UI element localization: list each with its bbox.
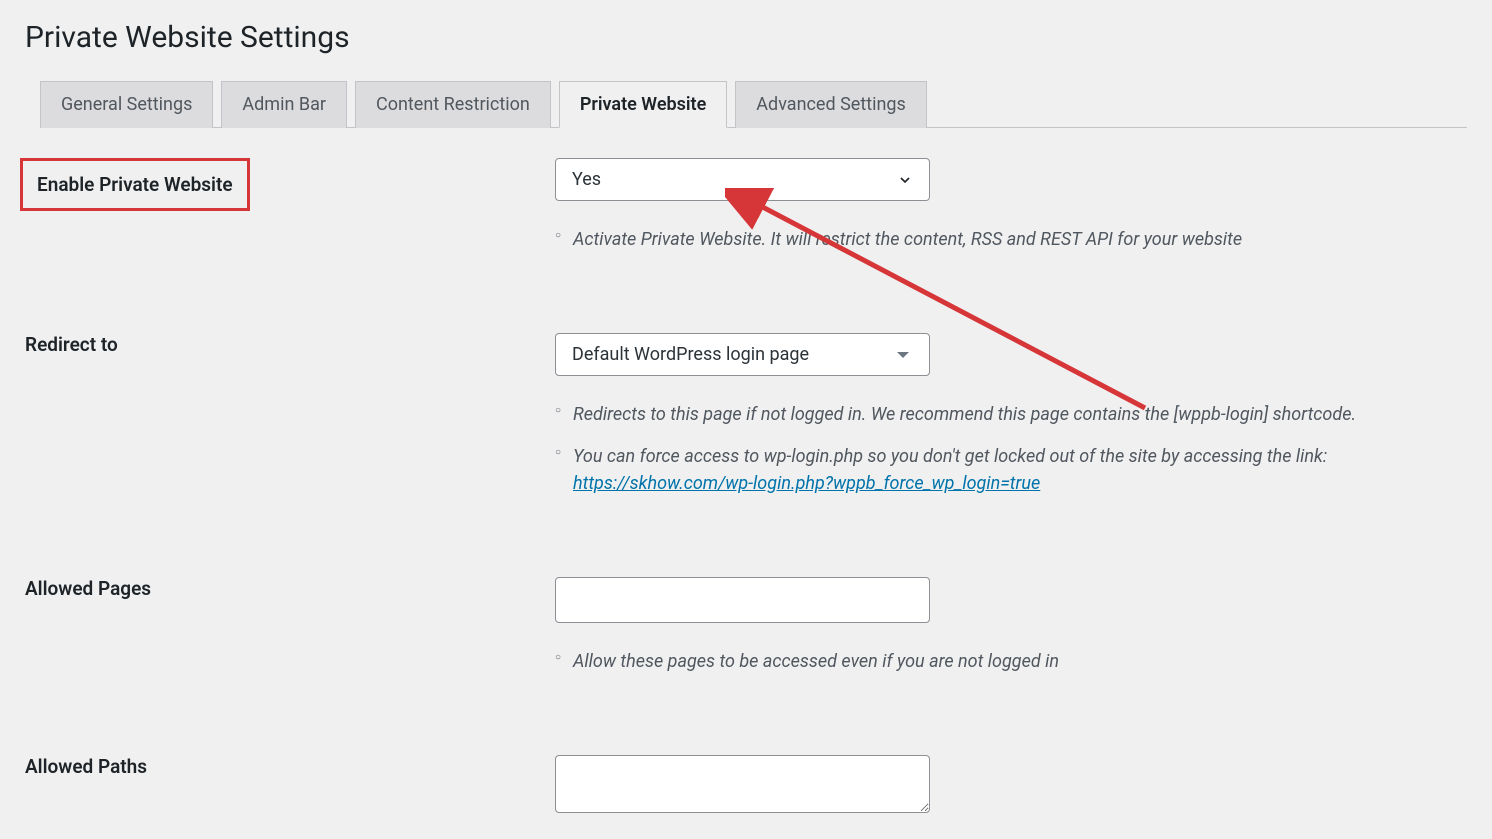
chevron-down-icon [897,172,913,188]
redirect-to-select[interactable]: Default WordPress login page [555,333,930,376]
allowed-pages-label: Allowed Pages [25,571,151,600]
enable-private-website-description: Activate Private Website. It will restri… [555,226,1467,253]
enable-private-website-value: Yes [572,169,601,190]
settings-tabs: General Settings Admin Bar Content Restr… [40,80,1467,128]
page-title: Private Website Settings [25,20,1467,55]
tab-advanced-settings[interactable]: Advanced Settings [735,81,927,128]
tab-private-website[interactable]: Private Website [559,81,727,128]
tab-admin-bar[interactable]: Admin Bar [221,81,347,128]
redirect-to-value: Default WordPress login page [572,344,809,365]
settings-form: Enable Private Website Yes Activate Priv… [25,128,1467,817]
dropdown-caret-icon [897,352,909,358]
enable-private-website-select[interactable]: Yes [555,158,930,201]
allowed-paths-textarea[interactable] [555,755,930,813]
redirect-to-description-1: Redirects to this page if not logged in.… [555,401,1467,428]
redirect-to-force-login-link[interactable]: https://skhow.com/wp-login.php?wppb_forc… [573,473,1040,494]
tab-content-restriction[interactable]: Content Restriction [355,81,551,128]
tab-general-settings[interactable]: General Settings [40,81,213,128]
redirect-to-label: Redirect to [25,327,118,356]
allowed-paths-label: Allowed Paths [25,749,147,778]
redirect-to-description-2: You can force access to wp-login.php so … [555,443,1467,497]
allowed-pages-description: Allow these pages to be accessed even if… [555,648,1467,675]
allowed-pages-input[interactable] [555,577,930,623]
enable-private-website-label: Enable Private Website [20,158,250,211]
